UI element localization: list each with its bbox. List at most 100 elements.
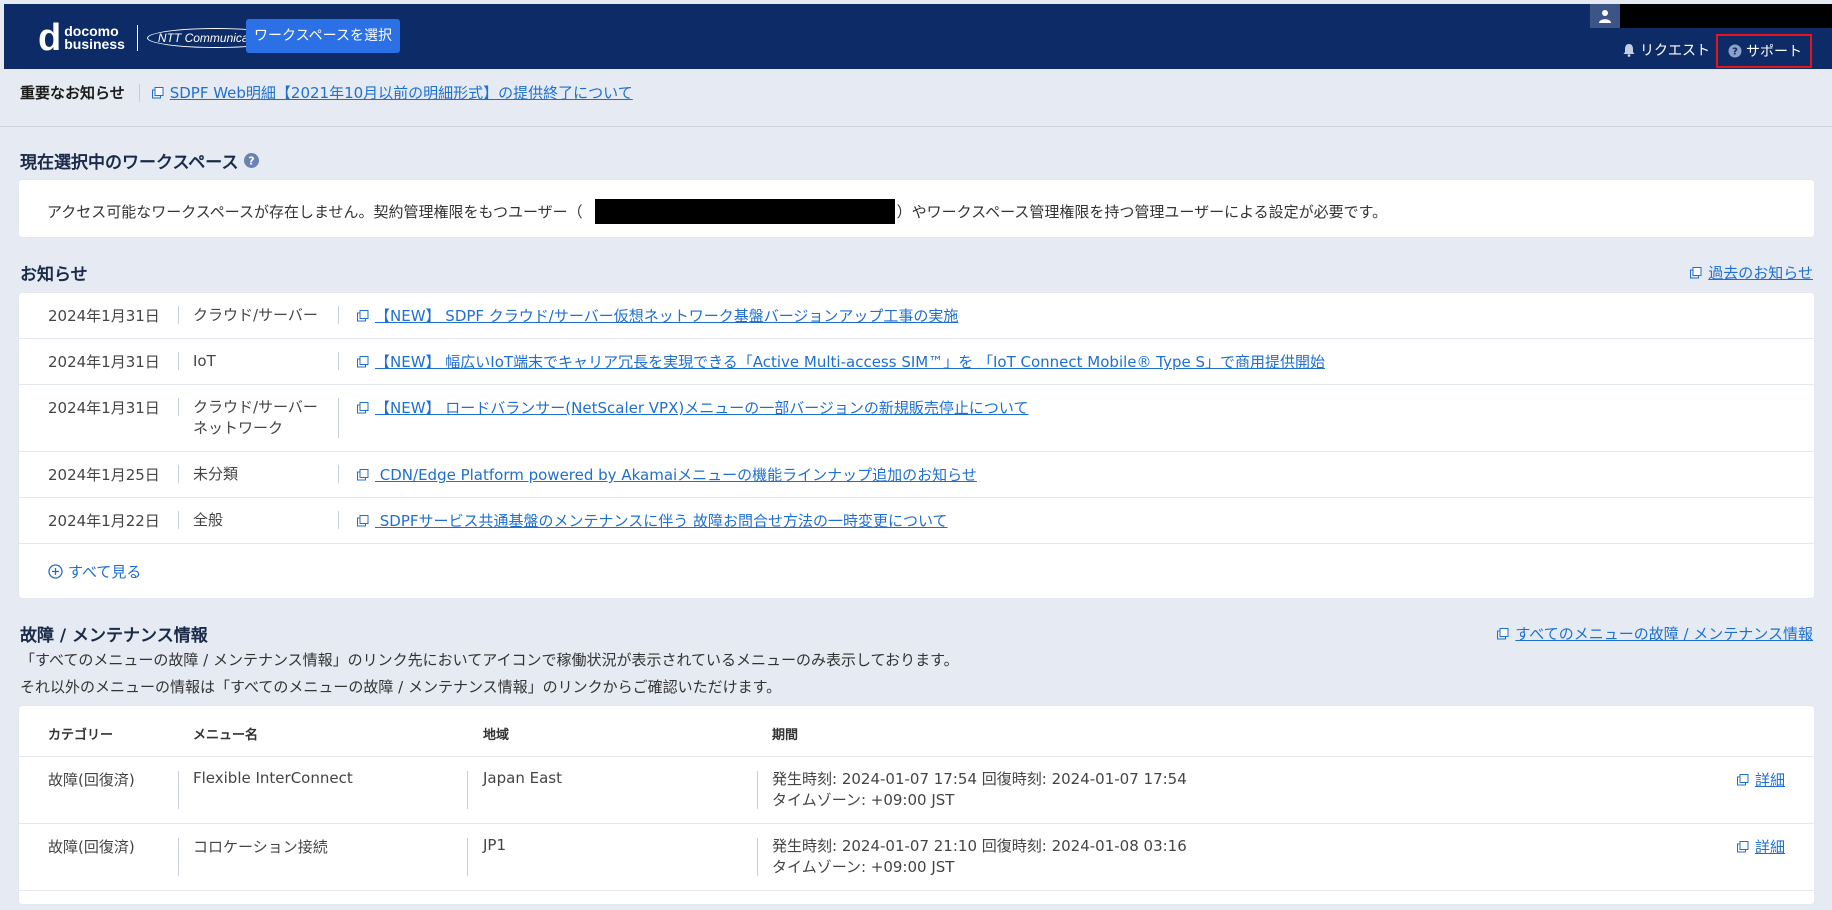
period-times: 発生時刻: 2024-01-07 17:54 回復時刻: 2024-01-07 … (772, 770, 1187, 788)
column-header-menu: メニュー名 (193, 728, 259, 743)
important-notice: 重要なお知らせ SDPF Web明細【2021年10月以前の明細形式】の提供終了… (20, 82, 633, 103)
divider (338, 465, 339, 483)
past-news-link-text: 過去のお知らせ (1708, 264, 1813, 282)
news-title-text: お知らせ (20, 265, 88, 285)
divider (757, 838, 758, 876)
news-title-text: 【NEW】 幅広いIoT端末でキャリア冗長を実現できる「Active Multi… (375, 353, 1326, 371)
divider (338, 352, 339, 370)
table-row: 故障(回復済) Flexible InterConnect Japan East… (19, 757, 1814, 823)
period-timezone: タイムゾーン: +09:00 JST (772, 858, 955, 876)
period-timezone: タイムゾーン: +09:00 JST (772, 791, 955, 809)
svg-text:?: ? (1732, 47, 1738, 58)
news-date: 2024年1月31日 (48, 353, 160, 371)
divider (338, 398, 339, 438)
news-row: 2024年1月31日 IoT 【NEW】 幅広いIoT端末でキャリア冗長を実現で… (19, 339, 1814, 385)
external-link-icon (151, 87, 164, 99)
maintenance-section-title: 故障 / メンテナンス情報 (20, 621, 208, 646)
external-link-icon (357, 469, 369, 481)
external-link-icon (1497, 628, 1509, 640)
see-all-label: すべて見る (68, 563, 142, 581)
news-title-link[interactable]: 【NEW】 幅広いIoT端末でキャリア冗長を実現できる「Active Multi… (357, 351, 1325, 372)
news-title-text: SDPFサービス共通基盤のメンテナンスに伴う 故障お問合せ方法の一時変更について (375, 512, 948, 530)
maintenance-table: カテゴリー メニュー名 地域 期間 故障(回復済) Flexible Inter… (19, 706, 1814, 904)
support-label: サポート (1746, 44, 1802, 60)
cell-period: 発生時刻: 2024-01-07 17:54 回復時刻: 2024-01-07 … (772, 769, 1187, 811)
cell-category: 故障(回復済) (48, 838, 135, 856)
column-header-period: 期間 (772, 728, 799, 743)
news-title-text: CDN/Edge Platform powered by Akamaiメニューの… (375, 466, 977, 484)
news-category: IoT (193, 352, 216, 370)
divider (338, 511, 339, 529)
news-title-link[interactable]: CDN/Edge Platform powered by Akamaiメニューの… (357, 464, 977, 485)
news-title-link[interactable]: 【NEW】 ロードバランサー(NetScaler VPX)メニューの一部バージョ… (357, 397, 1028, 418)
cell-menu: Flexible InterConnect (193, 769, 353, 787)
workspace-message-after: ）やワークスペース管理権限を持つ管理ユーザーによる設定が必要です。 (896, 203, 1388, 221)
news-row: 2024年1月25日 未分類 CDN/Edge Platform powered… (19, 452, 1814, 498)
news-date: 2024年1月22日 (48, 512, 160, 530)
news-title-link[interactable]: SDPFサービス共通基盤のメンテナンスに伴う 故障お問合せ方法の一時変更について (357, 510, 948, 531)
divider (178, 838, 179, 876)
cell-category: 故障(回復済) (48, 771, 135, 789)
detail-link[interactable]: 詳細 (1736, 836, 1785, 857)
news-title-text: 【NEW】 SDPF クラウド/サーバー仮想ネットワーク基盤バージョンアップ工事… (375, 307, 959, 325)
divider (467, 838, 468, 876)
help-icon[interactable]: ? (244, 153, 260, 168)
request-link[interactable]: リクエスト (1622, 40, 1710, 60)
news-category: クラウド/サーバー ネットワーク (193, 397, 318, 439)
divider (178, 398, 179, 416)
divider (178, 352, 179, 370)
external-link-icon (357, 402, 369, 414)
svg-text:?: ? (249, 155, 255, 168)
divider (178, 511, 179, 529)
external-link-icon (357, 515, 369, 527)
news-section-title: お知らせ (20, 260, 88, 285)
logo-text-line2: business (64, 36, 125, 52)
external-link-icon (357, 356, 369, 368)
news-row: 2024年1月31日 クラウド/サーバー 【NEW】 SDPF クラウド/サーバ… (19, 293, 1814, 339)
external-link-icon (1690, 267, 1702, 279)
notice-separator (0, 126, 1832, 127)
news-category-line1: クラウド/サーバー (193, 398, 318, 416)
important-notice-link-text: SDPF Web明細【2021年10月以前の明細形式】の提供終了について (169, 84, 633, 102)
bell-icon (1623, 44, 1635, 57)
external-link-icon (1736, 774, 1749, 786)
column-header-region: 地域 (483, 728, 510, 743)
detail-link[interactable]: 詳細 (1736, 769, 1785, 790)
all-maintenance-link-text: すべてのメニューの故障 / メンテナンス情報 (1515, 625, 1813, 643)
plus-circle-icon (48, 564, 63, 579)
divider (467, 771, 468, 809)
divider (178, 465, 179, 483)
news-category-line2: ネットワーク (193, 419, 284, 437)
news-date: 2024年1月31日 (48, 399, 160, 417)
user-menu[interactable] (1590, 4, 1832, 28)
workspace-title-text: 現在選択中のワークスペース (20, 153, 239, 173)
cell-region: Japan East (483, 769, 562, 787)
redacted-user (594, 199, 895, 224)
news-category: 未分類 (193, 465, 239, 483)
detail-label: 詳細 (1754, 838, 1785, 856)
user-icon (1590, 4, 1620, 28)
maintenance-description-2: それ以外のメニューの情報は「すべてのメニューの故障 / メンテナンス情報」のリン… (20, 678, 782, 696)
period-times: 発生時刻: 2024-01-07 21:10 回復時刻: 2024-01-08 … (772, 837, 1187, 855)
select-workspace-button[interactable]: ワークスペースを選択 (246, 19, 400, 53)
news-row: 2024年1月31日 クラウド/サーバー ネットワーク 【NEW】 ロードバランサ… (19, 385, 1814, 452)
past-news-link[interactable]: 過去のお知らせ (1690, 262, 1813, 283)
workspace-section-title: 現在選択中のワークスペース ? (20, 148, 260, 173)
all-maintenance-link[interactable]: すべてのメニューの故障 / メンテナンス情報 (1497, 623, 1813, 644)
see-all-news-link[interactable]: すべて見る (48, 561, 141, 582)
table-divider (19, 890, 1814, 891)
divider (757, 771, 758, 809)
news-date: 2024年1月25日 (48, 466, 160, 484)
notice-divider (138, 83, 140, 102)
detail-label: 詳細 (1754, 771, 1785, 789)
maintenance-description-1: 「すべてのメニューの故障 / メンテナンス情報」のリンク先においてアイコンで稼働… (20, 651, 959, 669)
news-title-text: 【NEW】 ロードバランサー(NetScaler VPX)メニューの一部バージョ… (375, 399, 1029, 417)
column-header-category: カテゴリー (48, 728, 114, 743)
news-date: 2024年1月31日 (48, 307, 160, 325)
top-header: d docomo business NTT Communications ワーク… (4, 4, 1832, 69)
divider (178, 306, 179, 324)
important-notice-link[interactable]: SDPF Web明細【2021年10月以前の明細形式】の提供終了について (151, 82, 633, 103)
support-link[interactable]: ? サポート (1716, 34, 1812, 68)
maintenance-title-text: 故障 / メンテナンス情報 (20, 626, 208, 646)
news-title-link[interactable]: 【NEW】 SDPF クラウド/サーバー仮想ネットワーク基盤バージョンアップ工事… (357, 305, 958, 326)
